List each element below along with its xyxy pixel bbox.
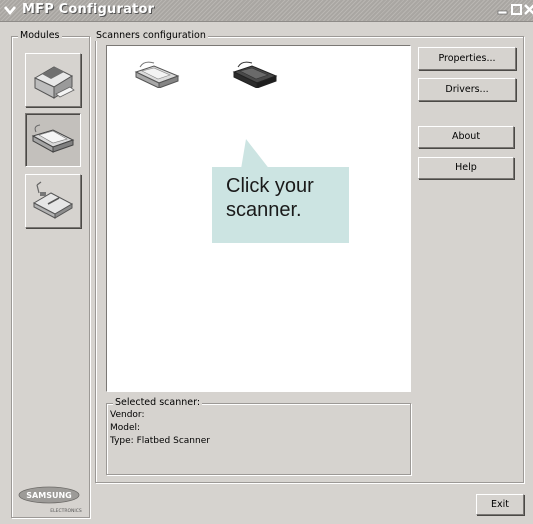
- ports-module-button[interactable]: [25, 174, 81, 228]
- callout-line-2: scanner.: [226, 199, 302, 221]
- scanner-icon: [31, 124, 75, 153]
- exit-button[interactable]: Exit: [476, 494, 524, 515]
- brand-sub: ELECTRONICS: [50, 508, 82, 514]
- close-icon[interactable]: [523, 3, 533, 16]
- hint-callout: Click your scanner.: [210, 135, 350, 245]
- window-title: MFP Configurator: [22, 2, 155, 17]
- help-button[interactable]: Help: [418, 157, 514, 179]
- flatbed-scanner-icon[interactable]: [134, 58, 180, 88]
- flatbed-scanner-icon-selected[interactable]: [232, 58, 278, 88]
- scanners-configuration-label: Scanners configuration: [94, 30, 208, 41]
- scanners-module-button[interactable]: [25, 113, 81, 167]
- brand-name: SAMSUNG: [26, 491, 71, 500]
- drivers-button[interactable]: Drivers...: [418, 78, 516, 101]
- window-border: [0, 22, 7, 524]
- mfp-configurator-window: MFP Configurator Modules Scanners config…: [0, 0, 533, 524]
- printers-module-button[interactable]: [25, 53, 81, 107]
- callout-line-1: Click your: [226, 175, 314, 197]
- type-field: Type: Flatbed Scanner: [110, 436, 210, 446]
- callout-text: Click your scanner.: [226, 174, 314, 222]
- minimize-icon[interactable]: [496, 3, 509, 16]
- vendor-field: Vendor:: [110, 410, 145, 420]
- selected-scanner-group: Selected scanner: Vendor: Model: Type: F…: [106, 397, 411, 475]
- about-button[interactable]: About: [418, 126, 514, 148]
- modules-group: Modules: [11, 30, 90, 518]
- printer-icon: [33, 66, 75, 99]
- model-field: Model:: [110, 423, 141, 433]
- selected-scanner-label: Selected scanner:: [113, 397, 203, 408]
- window-menu-icon[interactable]: [3, 3, 17, 17]
- properties-button[interactable]: Properties...: [418, 47, 516, 70]
- port-device-icon: [32, 181, 74, 219]
- maximize-icon[interactable]: [510, 3, 523, 16]
- title-bar[interactable]: MFP Configurator: [0, 0, 533, 22]
- samsung-logo: SAMSUNG ELECTRONICS: [18, 486, 82, 514]
- modules-label: Modules: [18, 30, 62, 41]
